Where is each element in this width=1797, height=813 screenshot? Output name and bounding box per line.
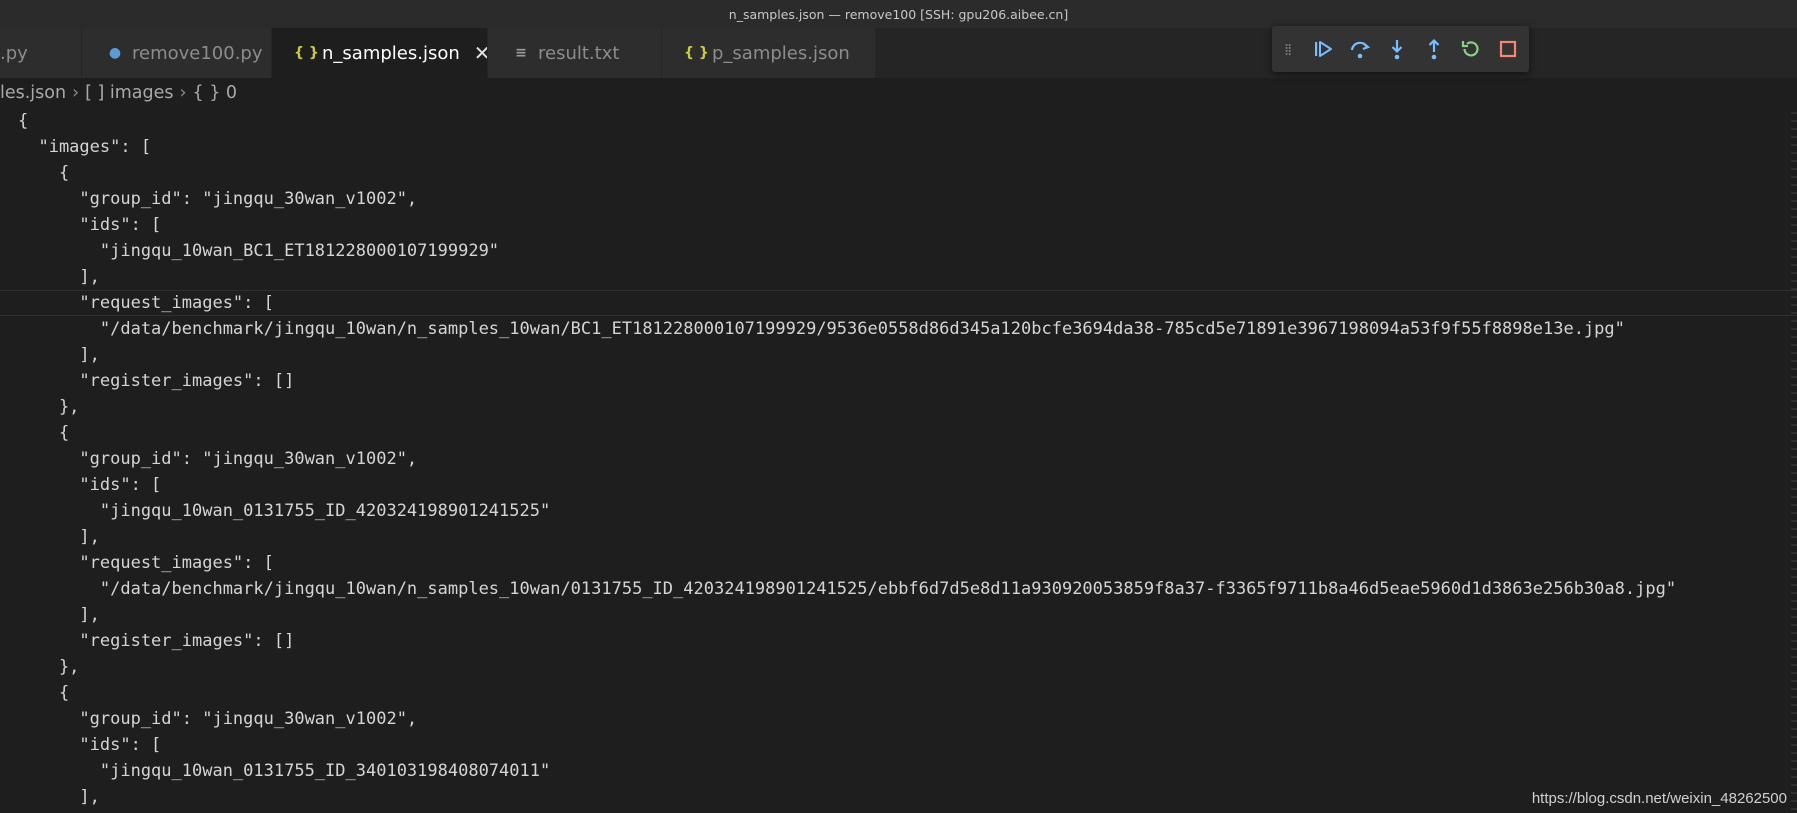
tab-result-txt[interactable]: ≡ result.txt xyxy=(488,28,662,78)
watermark: https://blog.csdn.net/weixin_48262500 xyxy=(1531,790,1787,807)
tab-label: .py xyxy=(0,42,28,64)
breadcrumb-images[interactable]: [ ] images xyxy=(85,83,173,103)
code-line: "images": [ xyxy=(18,137,152,157)
code-editor[interactable]: { "images": [ { "group_id": "jingqu_30wa… xyxy=(0,108,1797,813)
tab-n-samples-json[interactable]: { } n_samples.json ✕ xyxy=(272,28,488,78)
continue-icon xyxy=(1314,41,1332,57)
continue-button[interactable] xyxy=(1304,34,1341,64)
code-line: "ids": [ xyxy=(18,215,162,235)
code-line: "/data/benchmark/jingqu_10wan/n_samples_… xyxy=(18,579,1677,599)
chevron-right-icon: › xyxy=(179,83,187,103)
text-file-icon: ≡ xyxy=(515,45,527,61)
json-braces-icon: { } xyxy=(684,45,709,61)
code-line-current: "request_images": [ xyxy=(0,290,1797,316)
code-line: "register_images": [] xyxy=(18,371,295,391)
code-line: { xyxy=(18,683,70,703)
code-line: ], xyxy=(18,605,100,625)
code-line: "group_id": "jingqu_30wan_v1002", xyxy=(18,709,418,729)
python-icon: ● xyxy=(108,45,122,61)
code-line: }, xyxy=(18,397,80,417)
editor-window: n_samples.json — remove100 [SSH: gpu206.… xyxy=(0,0,1797,813)
code-line: ], xyxy=(18,787,100,807)
tab-p-samples-json[interactable]: { } p_samples.json xyxy=(662,28,876,78)
step-out-icon xyxy=(1428,38,1439,60)
chevron-right-icon: › xyxy=(72,83,80,103)
tab-partial-py[interactable]: .py xyxy=(0,28,82,78)
step-into-icon xyxy=(1391,40,1402,60)
restart-button[interactable] xyxy=(1452,34,1489,64)
stop-icon xyxy=(1499,40,1516,58)
code-line: "group_id": "jingqu_30wan_v1002", xyxy=(18,449,418,469)
breadcrumb-file[interactable]: les.json xyxy=(0,83,66,103)
step-over-icon xyxy=(1350,41,1370,59)
restart-icon xyxy=(1461,41,1479,57)
code-line: "jingqu_10wan_BC1_ET181228000107199929" xyxy=(18,241,500,261)
overview-ruler[interactable] xyxy=(1791,112,1797,813)
close-icon[interactable]: ✕ xyxy=(474,41,487,65)
code-line: "ids": [ xyxy=(18,475,162,495)
step-into-button[interactable] xyxy=(1378,34,1415,64)
code-line: "request_images": [ xyxy=(18,553,274,573)
code-line: "register_images": [] xyxy=(18,631,295,651)
code-line: ], xyxy=(18,267,100,287)
step-over-button[interactable] xyxy=(1341,34,1378,64)
breadcrumb-item-0[interactable]: { } 0 xyxy=(193,83,238,103)
code-line: "jingqu_10wan_0131755_ID_340103198408074… xyxy=(18,761,551,781)
code-line: { xyxy=(18,163,70,183)
debug-toolbar: ⁞⁞ xyxy=(1272,26,1529,72)
code-line: ], xyxy=(18,527,100,547)
code-line: "/data/benchmark/jingqu_10wan/n_samples_… xyxy=(18,319,1625,339)
code-line: { xyxy=(18,423,70,443)
tab-label: remove100.py xyxy=(132,42,263,64)
tab-label: result.txt xyxy=(538,42,620,64)
code-line: "jingqu_10wan_0131755_ID_420324198901241… xyxy=(18,501,551,521)
breadcrumb: les.json › [ ] images › { } 0 xyxy=(0,78,1797,108)
tab-remove100-py[interactable]: ● remove100.py xyxy=(82,28,272,78)
tab-label: p_samples.json xyxy=(712,42,850,64)
tab-label: n_samples.json xyxy=(322,42,460,64)
code-line: }, xyxy=(18,657,80,677)
code-line: "group_id": "jingqu_30wan_v1002", xyxy=(18,189,418,209)
drag-handle-icon[interactable]: ⁞⁞ xyxy=(1284,40,1300,59)
stop-button[interactable] xyxy=(1489,34,1526,64)
code-line: { xyxy=(18,111,29,131)
json-braces-icon: { } xyxy=(294,45,319,61)
window-titlebar: n_samples.json — remove100 [SSH: gpu206.… xyxy=(0,0,1797,29)
code-line: "ids": [ xyxy=(18,735,162,755)
window-title: n_samples.json — remove100 [SSH: gpu206.… xyxy=(728,6,1069,22)
step-out-button[interactable] xyxy=(1415,34,1452,64)
code-line: ], xyxy=(18,345,100,365)
